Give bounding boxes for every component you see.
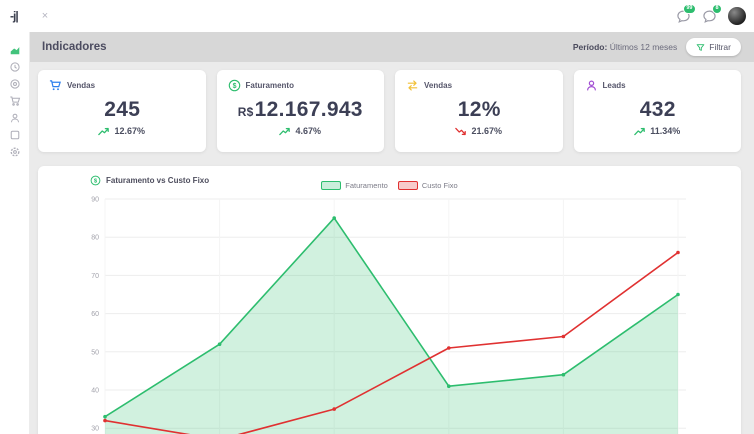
card-head: Leads <box>585 79 731 92</box>
kpi-trend: 21.67% <box>406 126 552 136</box>
kpi-trend-value: 21.67% <box>471 126 503 137</box>
legend-swatch <box>397 181 418 190</box>
trend-arrow-icon <box>98 127 110 135</box>
kpi-value: R$12.167.943 <box>228 98 374 121</box>
chat-badge: 99 <box>682 3 696 14</box>
close-icon[interactable]: × <box>42 10 48 22</box>
target-icon <box>9 79 20 89</box>
svg-text:40: 40 <box>91 388 99 395</box>
filter-button[interactable]: Filtrar <box>686 38 741 56</box>
legend-label: Faturamento <box>345 181 388 190</box>
kpi-value-number: 245 <box>104 98 141 121</box>
sidebar-item-settings[interactable] <box>7 146 23 158</box>
period-label: Período: Últimos 12 meses <box>573 42 677 52</box>
kpi-trend-value: 4.67% <box>295 126 322 137</box>
chart-legend: Faturamento Custo Fixo <box>38 181 741 190</box>
sidebar-item-target[interactable] <box>7 78 23 90</box>
kpi-trend: 11.34% <box>585 126 731 136</box>
kpi-value-number: 12% <box>457 98 501 121</box>
trend-arrow-icon <box>634 127 646 135</box>
legend-item-custo-fixo[interactable]: Custo Fixo <box>397 181 458 190</box>
conversion-arrows-icon <box>406 79 419 92</box>
svg-text:50: 50 <box>91 349 99 356</box>
user-icon <box>10 113 19 123</box>
kpi-card-leads: Leads 432 11.34% <box>573 70 741 152</box>
period-value: Últimos 12 meses <box>609 42 678 52</box>
area-chart-icon <box>10 47 19 55</box>
topbar-actions: 99 8 <box>676 3 746 25</box>
sidebar-item-user[interactable] <box>7 112 23 124</box>
kpi-label: Faturamento <box>245 81 294 90</box>
svg-text:70: 70 <box>91 273 99 280</box>
period-key: Período: <box>572 42 608 52</box>
svg-text:60: 60 <box>91 311 99 318</box>
kpi-label: Vendas <box>67 81 96 90</box>
kpi-cards: Vendas 245 12.67% $ Faturamento R$12.167… <box>38 70 741 152</box>
kpi-trend-value: 12.67% <box>114 126 146 137</box>
svg-text:80: 80 <box>91 235 99 242</box>
funnel-icon <box>696 43 705 51</box>
topbar: -j| × 99 8 <box>0 0 754 32</box>
card-head: $ Faturamento <box>228 79 374 92</box>
kpi-card-faturamento: $ Faturamento R$12.167.943 4.67% <box>216 70 384 152</box>
user-icon <box>585 79 598 92</box>
kpi-value: 12% <box>406 98 552 121</box>
chart-card: $ Faturamento vs Custo Fixo Faturamento … <box>38 166 741 434</box>
kpi-value: 432 <box>585 98 731 121</box>
svg-text:30: 30 <box>91 426 99 433</box>
kpi-value-number: 432 <box>639 98 676 121</box>
chat-messages-icon[interactable]: 99 <box>676 3 696 24</box>
page-header-actions: Período: Últimos 12 meses Filtrar <box>573 38 741 56</box>
notifications-badge: 8 <box>711 3 722 14</box>
gear-icon <box>10 147 19 157</box>
box-icon <box>10 130 19 140</box>
notifications-icon[interactable]: 8 <box>702 3 722 24</box>
trend-arrow-icon <box>455 127 467 135</box>
sidebar <box>0 32 30 434</box>
sidebar-item-box[interactable] <box>7 129 23 141</box>
dollar-circle-icon: $ <box>228 79 241 92</box>
card-head: Vendas <box>49 79 195 92</box>
kpi-trend: 12.67% <box>49 126 195 136</box>
chart-svg: 90 80 70 60 50 40 30 <box>91 197 686 434</box>
cart-icon <box>49 79 62 92</box>
app-logo[interactable]: -j| <box>10 9 19 23</box>
card-head: Vendas <box>406 79 552 92</box>
page-title: Indicadores <box>42 41 107 53</box>
kpi-value-prefix: R$ <box>237 105 254 119</box>
kpi-trend: 4.67% <box>228 126 374 136</box>
avatar[interactable] <box>728 7 746 25</box>
kpi-label: Vendas <box>424 81 453 90</box>
kpi-card-conversao: Vendas 12% 21.67% <box>395 70 563 152</box>
cart-icon <box>9 96 20 106</box>
clock-icon <box>9 62 20 72</box>
legend-label: Custo Fixo <box>421 181 458 190</box>
main-content: Indicadores Período: Últimos 12 meses Fi… <box>30 32 754 434</box>
kpi-trend-value: 11.34% <box>650 126 681 137</box>
legend-item-faturamento[interactable]: Faturamento <box>321 181 388 190</box>
sidebar-item-cart[interactable] <box>7 95 23 107</box>
kpi-label: Leads <box>602 81 626 90</box>
trend-arrow-icon <box>279 127 291 135</box>
legend-swatch <box>321 181 342 190</box>
page-header: Indicadores Período: Últimos 12 meses Fi… <box>30 32 754 62</box>
svg-text:90: 90 <box>91 197 99 204</box>
kpi-value: 245 <box>49 98 195 121</box>
kpi-value-number: 12.167.943 <box>254 98 363 121</box>
sidebar-item-dashboard[interactable] <box>7 44 23 56</box>
filter-button-label: Filtrar <box>709 42 731 52</box>
sidebar-item-clock[interactable] <box>7 61 23 73</box>
svg-text:$: $ <box>232 83 236 90</box>
kpi-card-vendas: Vendas 245 12.67% <box>38 70 206 152</box>
